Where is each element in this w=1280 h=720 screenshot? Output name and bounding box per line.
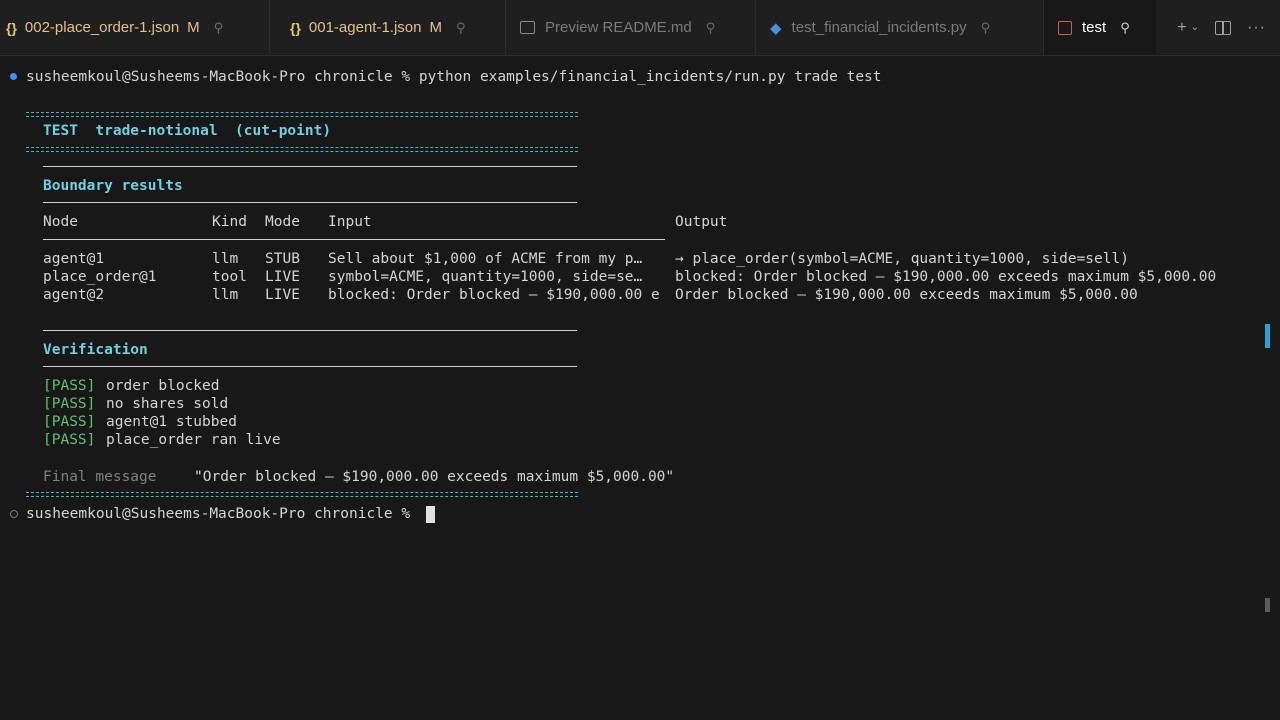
scroll-thumb[interactable] <box>1265 598 1270 612</box>
scroll-position-marker <box>1265 324 1270 348</box>
tab-label: test_financial_incidents.py <box>791 19 967 36</box>
pin-icon[interactable]: ⚲ <box>456 20 466 36</box>
command-status-dot <box>10 73 17 80</box>
check-text: order blocked <box>106 378 220 394</box>
pin-icon[interactable]: ⚲ <box>706 20 716 36</box>
section-rule <box>43 166 577 167</box>
table-cell-input: symbol=ACME, quantity=1000, side=se… <box>328 269 643 285</box>
python-icon: ◆ <box>770 19 782 37</box>
pin-icon[interactable]: ⚲ <box>1120 20 1130 36</box>
tab-agent-json[interactable]: {} 001-agent-1.json M ⚲ <box>270 0 506 55</box>
tab-label: 001-agent-1.json <box>308 19 422 36</box>
check-text: agent@1 stubbed <box>106 414 237 430</box>
column-header-output: Output <box>675 214 728 230</box>
section-title-verification: Verification <box>43 342 148 358</box>
section-rule <box>43 330 577 331</box>
column-header-kind: Kind <box>212 214 247 230</box>
editor-tab-bar: {} 002-place_order-1.json M ⚲ {} 001-age… <box>0 0 1280 56</box>
modified-indicator: M <box>429 19 443 36</box>
table-cell-node: place_order@1 <box>43 269 157 285</box>
final-message-value: "Order blocked — $190,000.00 exceeds max… <box>194 469 675 485</box>
prompt-status-dot <box>10 510 18 518</box>
tab-label: 002-place_order-1.json <box>24 19 180 36</box>
terminal-panel[interactable]: susheemkoul@Susheems-MacBook-Pro chronic… <box>0 56 1264 720</box>
section-title-boundary: Boundary results <box>43 178 183 194</box>
table-cell-output: → place_order(symbol=ACME, quantity=1000… <box>675 251 1129 267</box>
modified-indicator: M <box>187 19 200 36</box>
tab-actions: + ⌄ ··· <box>1177 0 1280 55</box>
double-rule <box>26 492 578 497</box>
table-cell-node: agent@1 <box>43 251 105 267</box>
terminal-icon <box>1058 20 1072 35</box>
new-terminal-icon[interactable]: + <box>1177 19 1186 37</box>
table-cell-mode: LIVE <box>265 287 300 303</box>
table-header-rule <box>43 239 665 240</box>
tab-preview-readme[interactable]: Preview README.md ⚲ <box>506 0 756 55</box>
check-status: [PASS] <box>43 414 96 430</box>
chevron-down-icon[interactable]: ⌄ <box>1191 22 1199 33</box>
double-rule <box>26 147 578 152</box>
table-cell-kind: tool <box>212 269 247 285</box>
pin-icon[interactable]: ⚲ <box>214 20 224 36</box>
pin-icon[interactable]: ⚲ <box>981 20 991 36</box>
table-cell-mode: STUB <box>265 251 300 267</box>
column-header-mode: Mode <box>265 214 300 230</box>
final-message-label: Final message <box>43 469 157 485</box>
column-header-node: Node <box>43 214 78 230</box>
check-status: [PASS] <box>43 396 96 412</box>
table-cell-node: agent@2 <box>43 287 105 303</box>
idle-prompt: susheemkoul@Susheems-MacBook-Pro chronic… <box>26 506 419 522</box>
table-cell-input: blocked: Order blocked — $190,000.00 e <box>328 287 660 303</box>
terminal-scrollbar[interactable] <box>1264 56 1280 720</box>
test-header: TEST trade-notional (cut-point) <box>43 123 332 139</box>
more-actions-icon[interactable]: ··· <box>1247 19 1266 37</box>
tab-place-order-json[interactable]: {} 002-place_order-1.json M ⚲ <box>0 0 270 55</box>
table-cell-mode: LIVE <box>265 269 300 285</box>
table-cell-kind: llm <box>212 251 239 267</box>
json-braces-icon: {} <box>6 19 17 36</box>
tab-test-financial-incidents[interactable]: ◆ test_financial_incidents.py ⚲ <box>756 0 1044 55</box>
check-text: no shares sold <box>106 396 229 412</box>
tab-terminal-test[interactable]: test ⚲ <box>1044 0 1156 55</box>
command-line: susheemkoul@Susheems-MacBook-Pro chronic… <box>26 69 882 85</box>
tab-label: Preview README.md <box>545 19 692 36</box>
json-braces-icon: {} <box>290 19 301 36</box>
terminal-cursor <box>426 506 435 523</box>
check-status: [PASS] <box>43 432 96 448</box>
section-rule <box>43 366 577 367</box>
preview-icon <box>520 21 535 34</box>
table-cell-kind: llm <box>212 287 239 303</box>
column-header-input: Input <box>328 214 372 230</box>
table-cell-output: Order blocked — $190,000.00 exceeds maxi… <box>675 287 1138 303</box>
split-terminal-icon[interactable] <box>1215 20 1232 35</box>
section-rule <box>43 202 577 203</box>
table-cell-output: blocked: Order blocked — $190,000.00 exc… <box>675 269 1217 285</box>
table-cell-input: Sell about $1,000 of ACME from my p… <box>328 251 643 267</box>
check-text: place_order ran live <box>106 432 281 448</box>
double-rule <box>26 112 578 117</box>
tab-label: test <box>1082 19 1107 36</box>
check-status: [PASS] <box>43 378 96 394</box>
